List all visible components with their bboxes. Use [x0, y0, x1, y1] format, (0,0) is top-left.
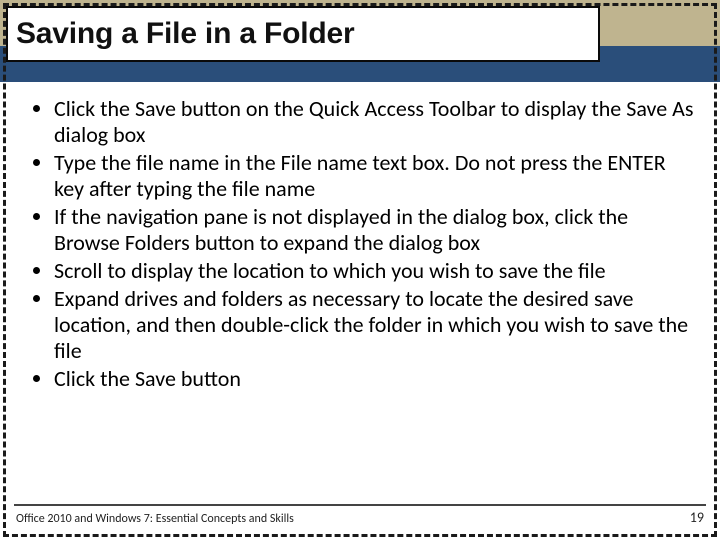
bullet-item: If the navigation pane is not displayed …: [54, 204, 698, 256]
bullet-item: Expand drives and folders as necessary t…: [54, 286, 698, 364]
slide-title: Saving a File in a Folder: [16, 17, 354, 51]
bullet-item: Click the Save button: [54, 366, 698, 392]
bullet-list: Click the Save button on the Quick Acces…: [22, 96, 698, 391]
footer-text: Office 2010 and Windows 7: Essential Con…: [16, 512, 294, 526]
bullet-item: Type the file name in the File name text…: [54, 150, 698, 202]
slide: Saving a File in a Folder Click the Save…: [0, 0, 720, 540]
footer-divider: [14, 504, 706, 506]
title-box: Saving a File in a Folder: [6, 6, 600, 62]
content-area: Click the Save button on the Quick Acces…: [22, 96, 698, 484]
bullet-item: Scroll to display the location to which …: [54, 258, 698, 284]
page-number: 19: [690, 509, 704, 526]
bullet-item: Click the Save button on the Quick Acces…: [54, 96, 698, 148]
